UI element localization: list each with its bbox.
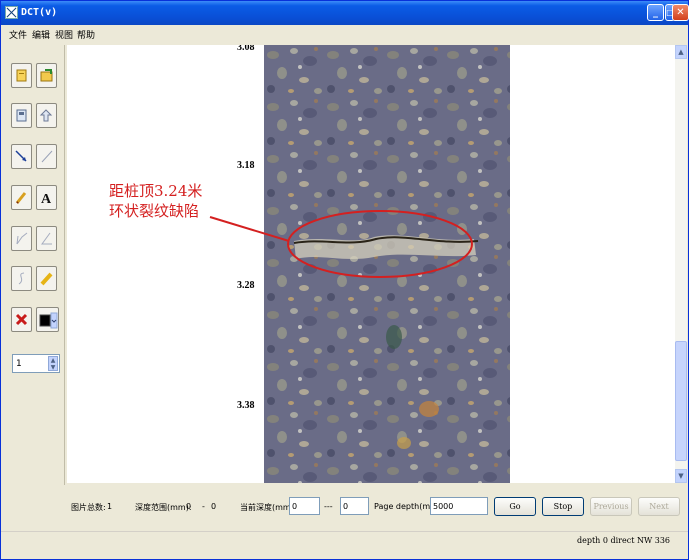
window-title: DCT(v) <box>21 7 58 18</box>
line-icon[interactable] <box>36 144 57 169</box>
spinner-arrows-icon[interactable]: ▲ ▼ <box>48 356 58 371</box>
curve-icon[interactable] <box>11 266 32 291</box>
menu-file[interactable]: 文件 <box>9 28 27 41</box>
depth-range-label: 深度范围(mm): <box>135 503 192 512</box>
close-icon[interactable]: ✕ <box>672 4 689 21</box>
current-depth-separator: --- <box>324 502 333 511</box>
depth-range-separator: - <box>202 502 205 511</box>
defect-annotation-text: 距桩顶3.24米 环状裂纹缺陷 <box>109 181 202 221</box>
scroll-down-icon[interactable]: ▼ <box>675 469 687 483</box>
stop-button[interactable]: Stop <box>542 497 584 516</box>
angle-icon[interactable] <box>36 226 57 251</box>
annotation-line-2: 环状裂纹缺陷 <box>109 202 200 220</box>
line-width-spinner[interactable]: 1 ▲ ▼ <box>12 354 60 373</box>
menu-bar: 文件 编辑 视图 帮助 <box>1 25 688 42</box>
svg-text:A: A <box>41 192 52 205</box>
navigation-bar: 图片总数: 1 深度范围(mm): 0 - 0 当前深度(mm): 0 --- … <box>1 485 688 530</box>
minimize-icon[interactable]: _ <box>647 4 664 21</box>
depth-range-to: 0 <box>211 502 217 511</box>
current-depth-from-input[interactable]: 0 <box>289 497 320 515</box>
delete-icon[interactable] <box>11 307 32 332</box>
app-window: DCT(v) _ □ ✕ 文件 编辑 视图 帮助 A 1 ▲ ▼ 3.08 3.… <box>0 0 689 560</box>
open-file-icon[interactable] <box>36 63 57 88</box>
go-button[interactable]: Go <box>494 497 536 516</box>
total-images-value: 1 <box>107 502 113 511</box>
menu-edit[interactable]: 编辑 <box>32 28 50 41</box>
status-bar: depth 0 direct NW 336 <box>1 531 688 559</box>
annotation-line-1: 距桩顶3.24米 <box>109 182 203 200</box>
color-picker-icon[interactable] <box>36 307 59 332</box>
title-bar[interactable]: DCT(v) _ □ ✕ <box>1 1 689 25</box>
total-images-label: 图片总数: <box>71 503 106 512</box>
highlighter-icon[interactable] <box>36 266 57 291</box>
page-depth-input[interactable]: 5000 <box>430 497 488 515</box>
status-text: depth 0 direct NW 336 <box>576 536 670 545</box>
save-icon[interactable] <box>11 103 32 128</box>
arrow-line-icon[interactable] <box>11 144 32 169</box>
tool-panel: A 1 ▲ ▼ <box>5 45 65 487</box>
app-icon <box>5 6 18 19</box>
menu-help[interactable]: 帮助 <box>77 28 95 41</box>
next-button[interactable]: Next <box>638 497 680 516</box>
text-icon[interactable]: A <box>36 185 57 210</box>
scroll-thumb[interactable] <box>675 341 687 461</box>
angle-line-icon[interactable] <box>11 226 32 251</box>
depth-range-from: 0 <box>186 502 192 511</box>
line-width-value: 1 <box>16 359 22 369</box>
current-depth-to-input[interactable]: 0 <box>340 497 369 515</box>
scroll-up-icon[interactable]: ▲ <box>675 45 687 59</box>
export-icon[interactable] <box>36 103 57 128</box>
pencil-icon[interactable] <box>11 185 32 210</box>
menu-view[interactable]: 视图 <box>55 28 73 41</box>
defect-annotation-overlay <box>209 210 473 278</box>
vertical-scrollbar[interactable]: ▲ ▼ <box>675 45 687 483</box>
image-canvas[interactable]: 3.08 3.18 3.28 3.38 距桩顶3.24米 环状裂纹缺陷 <box>67 45 675 483</box>
previous-button[interactable]: Previous <box>590 497 632 516</box>
new-file-icon[interactable] <box>11 63 32 88</box>
